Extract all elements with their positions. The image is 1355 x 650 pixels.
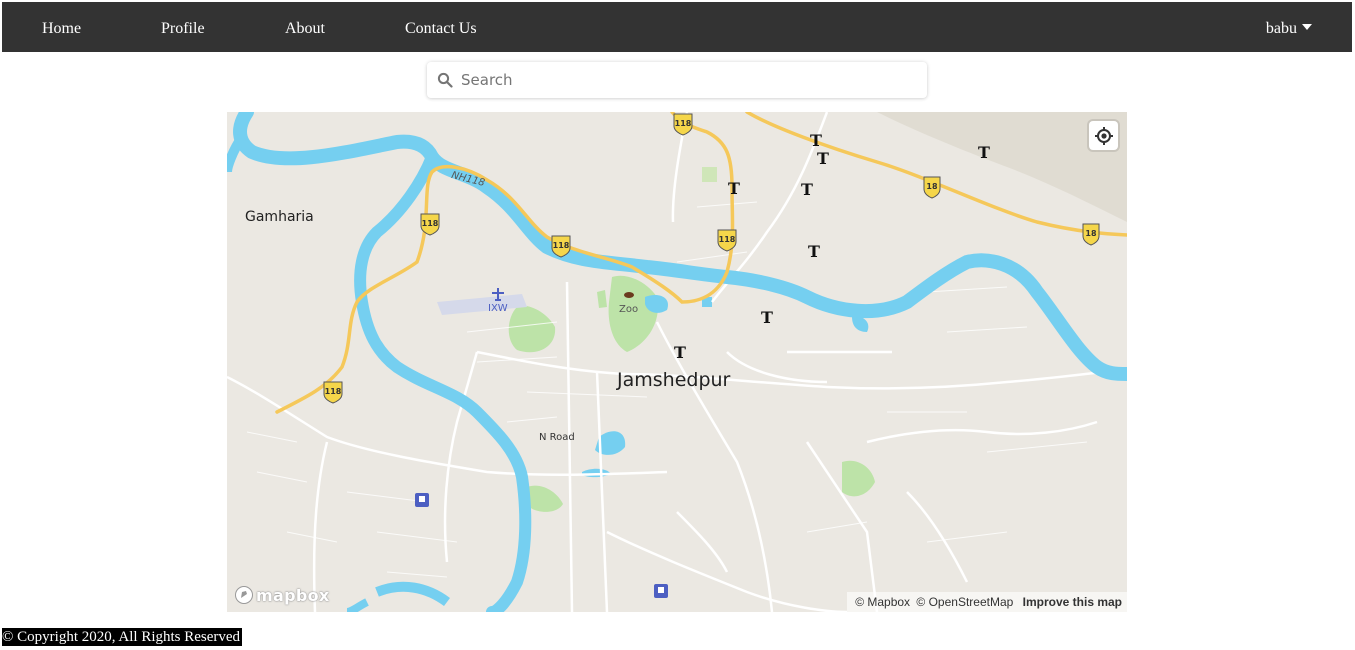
minor-roads xyxy=(227,112,1127,612)
shield-label: 18 xyxy=(926,182,938,191)
river xyxy=(375,581,450,607)
tower-icon: T xyxy=(728,179,740,198)
park-area xyxy=(702,167,717,182)
nav-contact-link[interactable]: Contact Us xyxy=(405,2,477,52)
shield-label: 118 xyxy=(553,241,570,250)
search-box xyxy=(427,62,927,98)
zoo-icon xyxy=(624,292,634,298)
map-canvas[interactable]: 118 118 118 118 118 18 18 T T T T T T T … xyxy=(227,112,1127,612)
tower-icon: T xyxy=(674,343,686,362)
mapbox-logo-icon xyxy=(235,586,253,604)
top-navbar: Home Profile About Contact Us babu xyxy=(2,2,1352,52)
poi-label-zoo: Zoo xyxy=(619,304,639,315)
improve-map-link[interactable]: Improve this map xyxy=(1023,595,1122,609)
nav-profile-link[interactable]: Profile xyxy=(161,2,205,52)
tower-icon: T xyxy=(808,242,820,261)
map-attribution: © Mapbox © OpenStreetMap Improve this ma… xyxy=(847,592,1127,612)
search-input[interactable] xyxy=(461,62,911,98)
caret-down-icon xyxy=(1302,24,1312,30)
place-label-city: Jamshedpur xyxy=(617,369,731,391)
nav-home-link[interactable]: Home xyxy=(42,2,81,52)
tower-icon: T xyxy=(817,149,829,168)
river xyxy=(346,598,369,612)
park-area xyxy=(597,290,607,308)
user-name: babu xyxy=(1265,20,1297,37)
shield-label: 18 xyxy=(1085,229,1097,238)
user-menu-dropdown[interactable]: babu xyxy=(1266,2,1312,52)
tower-icon: T xyxy=(761,308,773,327)
place-label-nroad: N Road xyxy=(539,432,575,443)
river xyxy=(227,134,247,173)
tower-icon: T xyxy=(801,180,813,199)
station-icon xyxy=(415,493,429,507)
place-label-gamharia: Gamharia xyxy=(245,209,314,225)
tower-icon: T xyxy=(978,143,990,162)
map-view[interactable]: 118 118 118 118 118 18 18 T T T T T T T … xyxy=(227,112,1127,612)
locate-icon xyxy=(1094,126,1113,145)
mapbox-logo[interactable]: mapbox xyxy=(234,584,330,606)
shield-label: 118 xyxy=(675,119,692,128)
attribution-osm-link[interactable]: © OpenStreetMap xyxy=(916,595,1013,609)
attribution-mapbox-link[interactable]: © Mapbox xyxy=(855,595,910,609)
park-area xyxy=(508,305,556,353)
shield-label: 118 xyxy=(719,235,736,244)
station-icon xyxy=(654,584,668,598)
shield-label: 118 xyxy=(422,219,439,228)
search-icon xyxy=(437,72,453,88)
shield-label: 118 xyxy=(325,387,342,396)
park-area xyxy=(842,460,875,497)
park-area xyxy=(527,485,563,512)
poi-label-airport: IXW xyxy=(488,303,508,314)
mapbox-logo-text: mapbox xyxy=(256,585,330,605)
nav-about-link[interactable]: About xyxy=(285,2,325,52)
tower-icon: T xyxy=(810,131,822,150)
footer-copyright: © Copyright 2020, All Rights Reserved xyxy=(2,628,243,646)
river xyxy=(354,151,532,612)
geolocate-button[interactable] xyxy=(1089,121,1118,150)
lake xyxy=(852,316,869,332)
